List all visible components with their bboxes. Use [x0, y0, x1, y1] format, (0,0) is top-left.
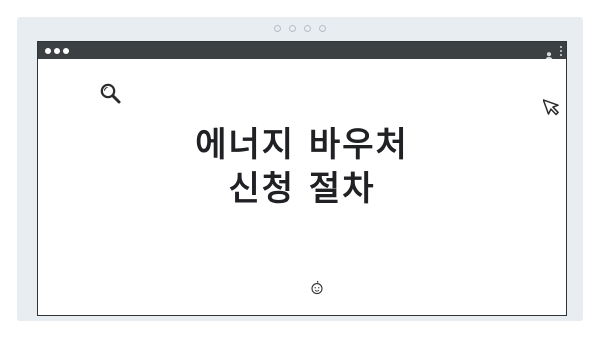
cursor-arrow-icon	[542, 95, 565, 117]
page-content: 에너지 바우처 신청 절차	[38, 59, 566, 315]
window-controls	[45, 48, 69, 54]
page-title: 에너지 바우처 신청 절차	[38, 123, 566, 211]
pager-dot[interactable]	[304, 25, 311, 32]
window-control-dot[interactable]	[45, 48, 51, 54]
window-control-dot[interactable]	[54, 48, 60, 54]
slide-frame: 에너지 바우처 신청 절차	[17, 17, 583, 321]
title-line-2: 신청 절차	[228, 169, 376, 209]
pager-dots	[17, 25, 583, 32]
profile-icon[interactable]	[544, 46, 554, 61]
browser-window: 에너지 바우처 신청 절차	[37, 41, 567, 316]
browser-titlebar	[38, 42, 566, 61]
kebab-menu-icon[interactable]	[559, 46, 563, 56]
pager-dot[interactable]	[319, 25, 326, 32]
smiley-icon	[310, 280, 324, 296]
search-icon[interactable]	[98, 81, 124, 107]
pager-dot[interactable]	[274, 25, 281, 32]
window-control-dot[interactable]	[63, 48, 69, 54]
title-line-1: 에너지 바우처	[195, 125, 409, 165]
pager-dot[interactable]	[289, 25, 296, 32]
